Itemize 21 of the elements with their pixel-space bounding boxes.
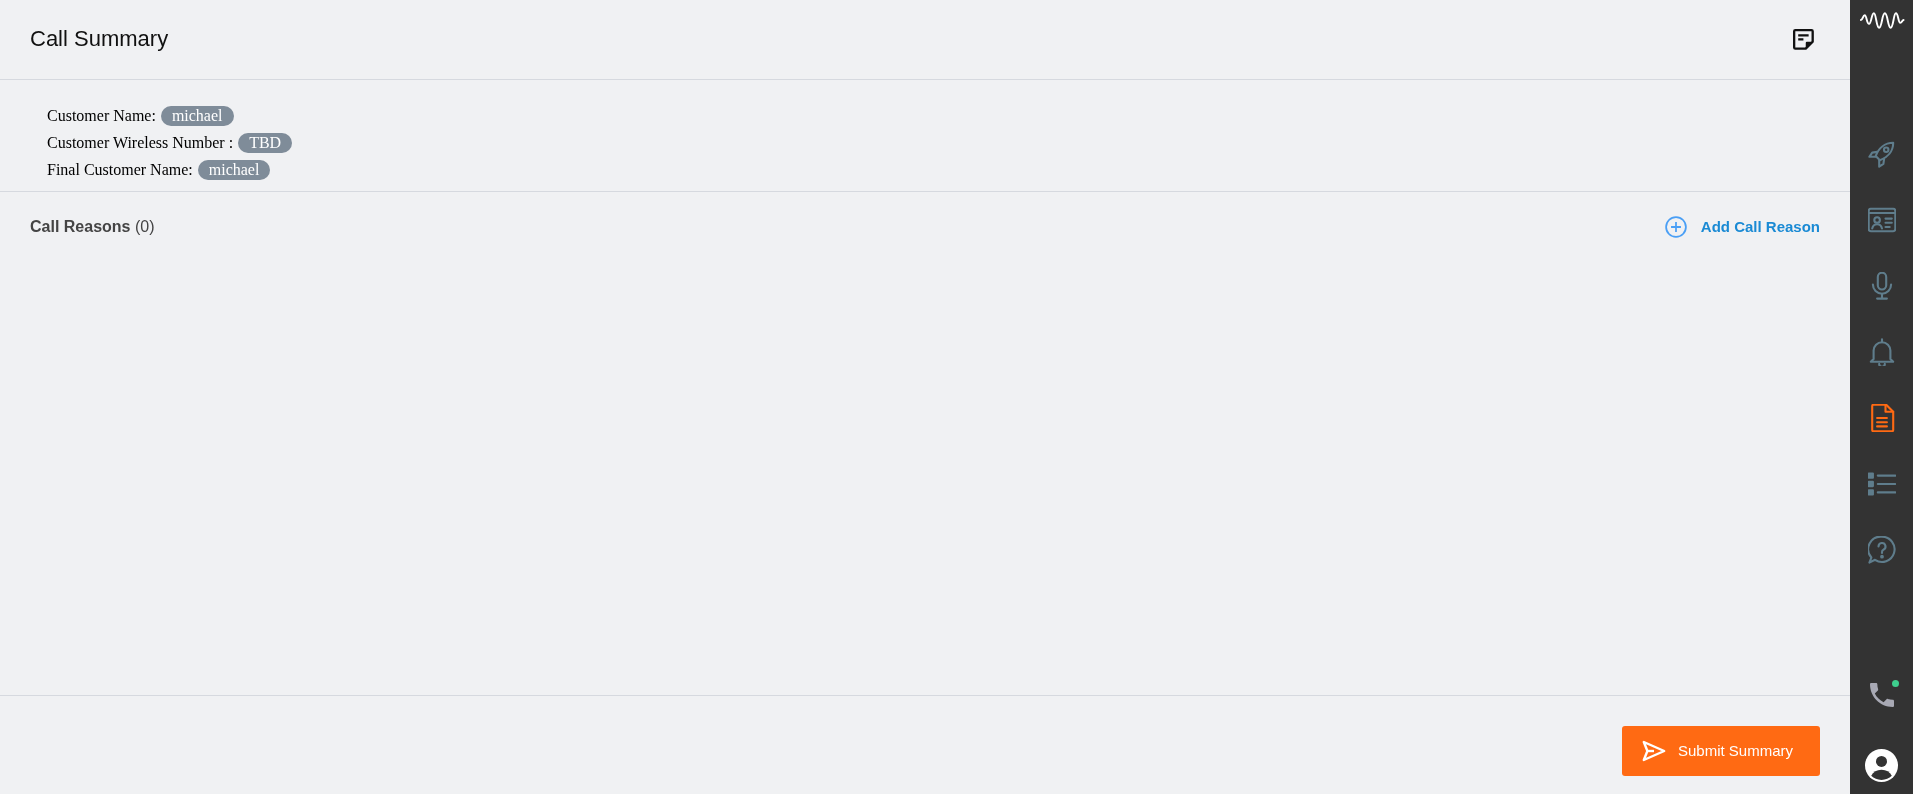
help-icon[interactable] xyxy=(1867,536,1896,564)
field-value-pill: michael xyxy=(160,105,234,126)
user-avatar-icon[interactable] xyxy=(1865,749,1898,782)
plus-circle-icon xyxy=(1664,216,1687,238)
list-icon[interactable] xyxy=(1867,470,1896,498)
rocket-icon[interactable] xyxy=(1867,140,1896,168)
bell-icon[interactable] xyxy=(1867,338,1896,366)
field-label: Customer Wireless Number : xyxy=(47,132,234,153)
send-icon xyxy=(1642,739,1666,763)
phone-icon[interactable] xyxy=(1869,683,1894,707)
field-label: Final Customer Name: xyxy=(47,159,193,180)
submit-summary-button[interactable]: Submit Summary xyxy=(1622,726,1820,776)
note-icon[interactable] xyxy=(1793,28,1815,51)
add-call-reason-button[interactable]: Add Call Reason xyxy=(1664,215,1820,239)
page-title: Call Summary xyxy=(30,26,169,53)
field-value-pill: TBD xyxy=(238,132,293,153)
contact-card-icon[interactable] xyxy=(1867,206,1896,234)
field-label: Customer Name: xyxy=(47,105,156,126)
sound-wave-icon xyxy=(1858,10,1905,30)
field-value-pill: michael xyxy=(197,159,271,180)
call-reasons-heading: Call Reasons (0) xyxy=(30,217,155,237)
